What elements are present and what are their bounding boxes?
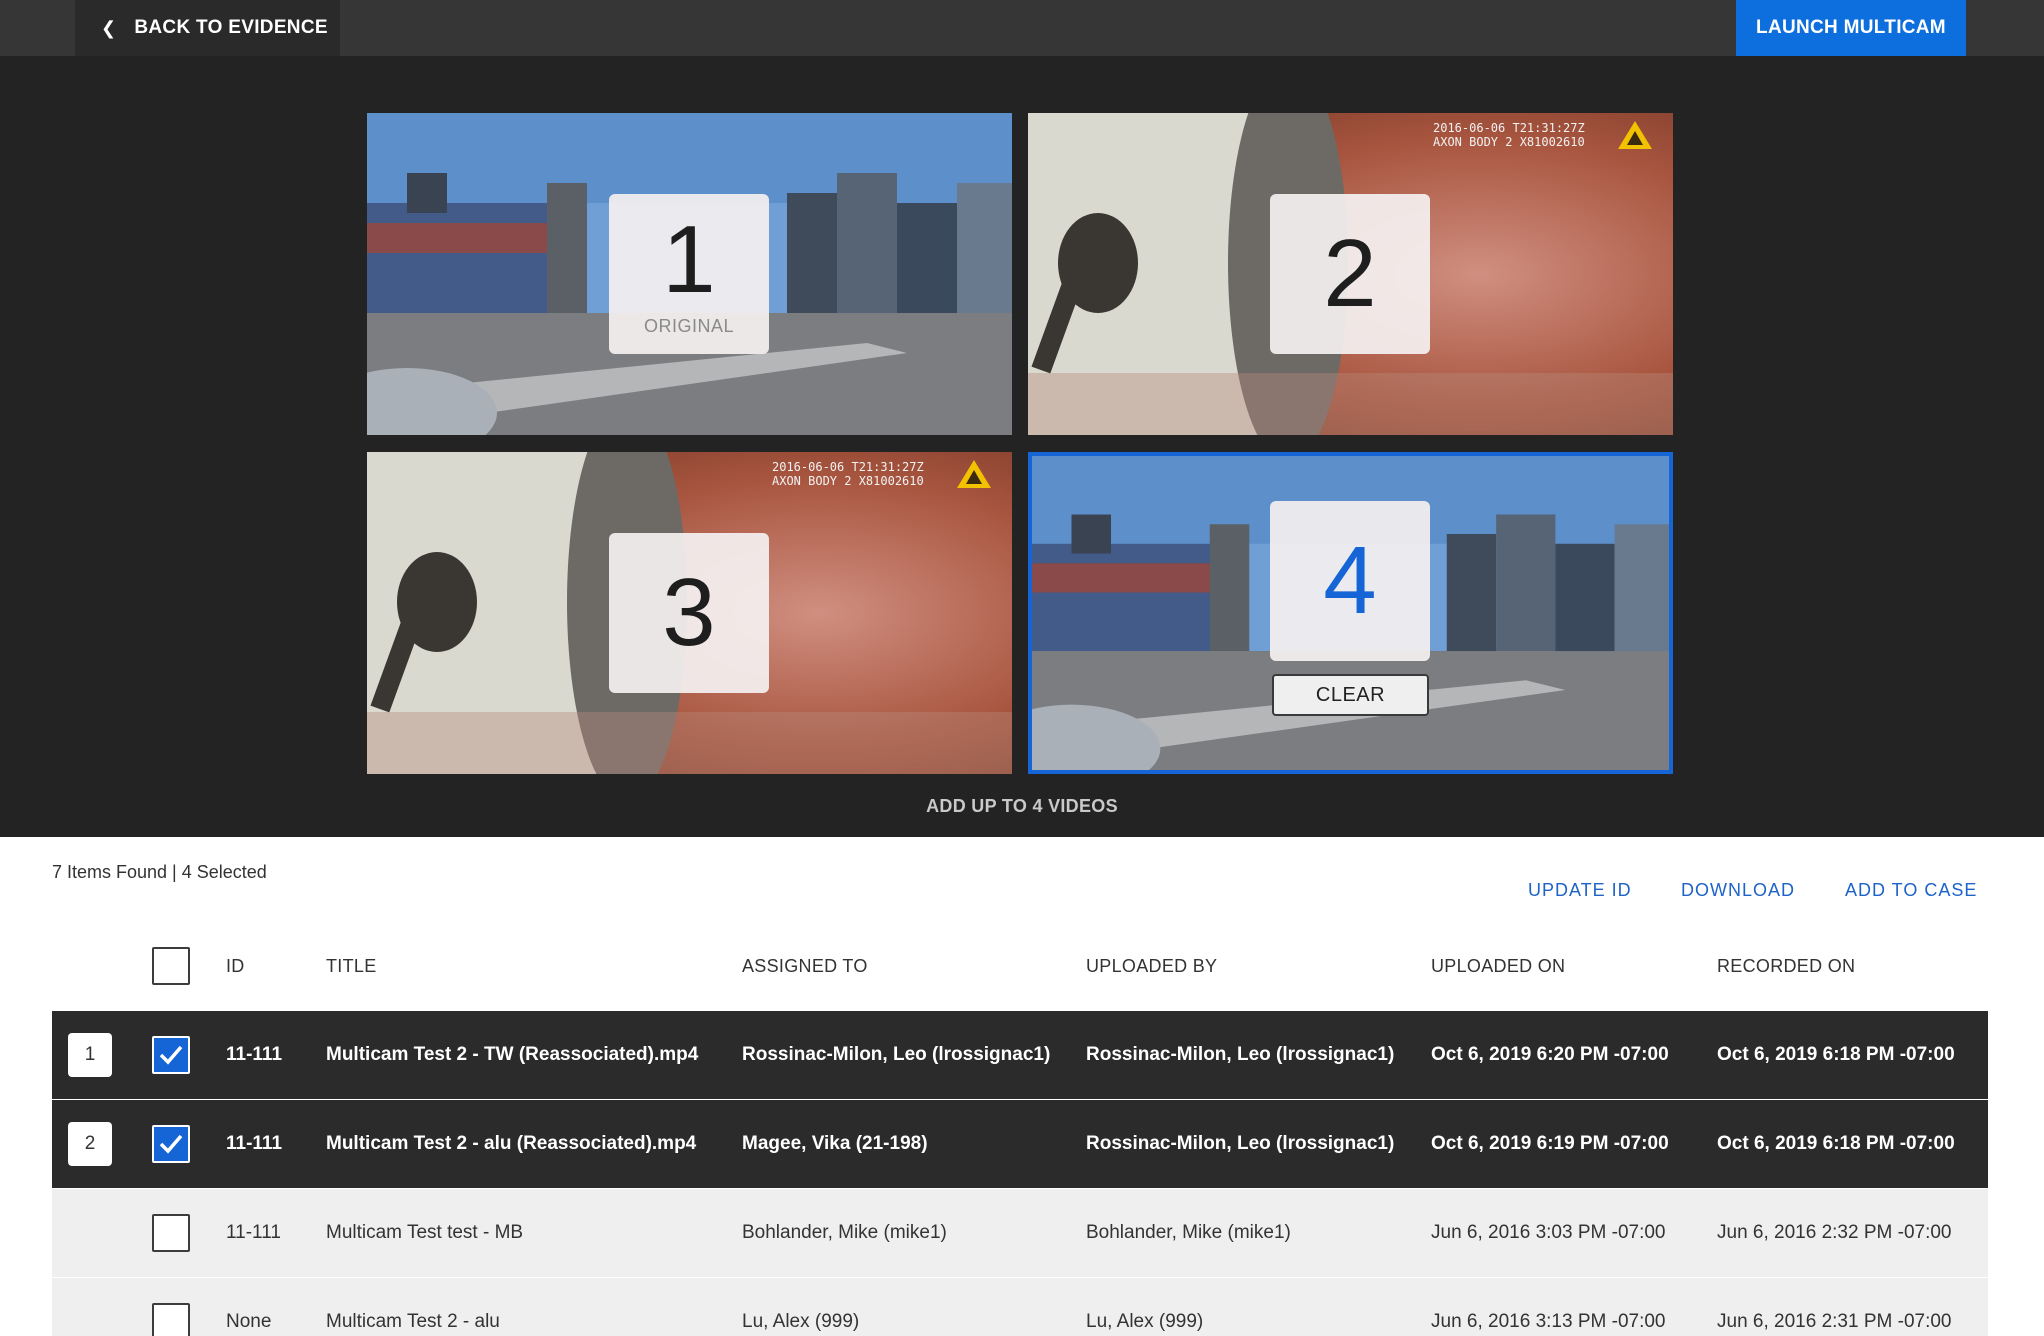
table-row[interactable]: 2 11-111 Multicam Test 2 - alu (Reassoci… bbox=[52, 1100, 1988, 1188]
column-header-id[interactable]: ID bbox=[226, 956, 245, 977]
top-bar: ❮ BACK TO EVIDENCE LAUNCH MULTICAM bbox=[0, 0, 2044, 56]
cell-uploaded-by: Rossinac-Milon, Leo (lrossignac1) bbox=[1086, 1044, 1395, 1065]
checkmark-icon bbox=[159, 1134, 183, 1154]
cell-title[interactable]: Multicam Test 2 - alu (Reassociated).mp4 bbox=[326, 1100, 696, 1188]
launch-multicam-button[interactable]: LAUNCH MULTICAM bbox=[1736, 0, 1966, 56]
cell-recorded-on: Oct 6, 2019 6:18 PM -07:00 bbox=[1717, 1044, 1955, 1065]
table-row[interactable]: 1 11-111 Multicam Test 2 - TW (Reassocia… bbox=[52, 1011, 1988, 1099]
column-header-uploaded-on[interactable]: UPLOADED ON bbox=[1431, 956, 1565, 977]
video-tile-4[interactable]: 4 CLEAR bbox=[1028, 452, 1673, 774]
back-to-evidence-button[interactable]: ❮ BACK TO EVIDENCE bbox=[75, 0, 340, 56]
axon-logo-icon bbox=[957, 460, 991, 488]
cell-uploaded-on: Jun 6, 2016 3:13 PM -07:00 bbox=[1431, 1311, 1666, 1332]
slot-number-box: 4 bbox=[1270, 501, 1430, 661]
column-header-recorded-on[interactable]: RECORDED ON bbox=[1717, 956, 1855, 977]
row-checkbox[interactable] bbox=[152, 1036, 190, 1074]
cell-assigned-to: Magee, Vika (21-198) bbox=[742, 1133, 928, 1154]
video-tile-1[interactable]: 1 ORIGINAL bbox=[367, 113, 1012, 435]
column-header-assigned-to[interactable]: ASSIGNED TO bbox=[742, 956, 868, 977]
cell-title[interactable]: Multicam Test 2 - TW (Reassociated).mp4 bbox=[326, 1011, 698, 1099]
cell-uploaded-by: Lu, Alex (999) bbox=[1086, 1311, 1204, 1332]
original-label: ORIGINAL bbox=[643, 315, 735, 336]
camera-timestamp-overlay: 2016-06-06 T21:31:27Z AXON BODY 2 X81002… bbox=[772, 460, 924, 488]
cell-recorded-on: Jun 6, 2016 2:31 PM -07:00 bbox=[1717, 1311, 1952, 1332]
video-tile-2[interactable]: 2016-06-06 T21:31:27Z AXON BODY 2 X81002… bbox=[1028, 113, 1673, 435]
slot-number-box: 2 bbox=[1270, 194, 1430, 354]
results-summary: 7 Items Found | 4 Selected bbox=[52, 862, 267, 882]
axon-logo-icon bbox=[1618, 121, 1652, 149]
row-checkbox[interactable] bbox=[152, 1303, 190, 1336]
row-checkbox[interactable] bbox=[152, 1214, 190, 1252]
column-header-title[interactable]: TITLE bbox=[326, 956, 377, 977]
slot-number: 3 bbox=[662, 559, 716, 666]
cell-assigned-to: Lu, Alex (999) bbox=[742, 1311, 860, 1332]
cell-uploaded-on: Jun 6, 2016 3:03 PM -07:00 bbox=[1431, 1222, 1666, 1243]
cell-id: 11-111 bbox=[226, 1044, 283, 1065]
cell-uploaded-on: Oct 6, 2019 6:20 PM -07:00 bbox=[1431, 1044, 1669, 1065]
slot-number: 4 bbox=[1323, 527, 1377, 634]
cell-uploaded-by: Bohlander, Mike (mike1) bbox=[1086, 1222, 1291, 1243]
cell-assigned-to: Bohlander, Mike (mike1) bbox=[742, 1222, 947, 1243]
slot-number-box: 3 bbox=[609, 533, 769, 693]
back-to-evidence-label: BACK TO EVIDENCE bbox=[134, 17, 328, 38]
selection-order-badge: 2 bbox=[68, 1122, 112, 1166]
update-id-button[interactable]: UPDATE ID bbox=[1528, 880, 1632, 901]
add-to-case-button[interactable]: ADD TO CASE bbox=[1845, 880, 1977, 901]
row-checkbox[interactable] bbox=[152, 1125, 190, 1163]
cell-uploaded-on: Oct 6, 2019 6:19 PM -07:00 bbox=[1431, 1133, 1669, 1154]
cell-uploaded-by: Rossinac-Milon, Leo (lrossignac1) bbox=[1086, 1133, 1395, 1154]
cell-id: 11-111 bbox=[226, 1222, 281, 1243]
video-tile-3[interactable]: 2016-06-06 T21:31:27Z AXON BODY 2 X81002… bbox=[367, 452, 1012, 774]
checkmark-icon bbox=[159, 1045, 183, 1065]
selection-order-badge: 1 bbox=[68, 1033, 112, 1077]
slot-number: 2 bbox=[1323, 220, 1377, 327]
table-row[interactable]: None Multicam Test 2 - alu Lu, Alex (999… bbox=[52, 1278, 1988, 1336]
cell-title[interactable]: Multicam Test test - MB bbox=[326, 1189, 523, 1277]
column-header-uploaded-by[interactable]: UPLOADED BY bbox=[1086, 956, 1217, 977]
table-row[interactable]: 11-111 Multicam Test test - MB Bohlander… bbox=[52, 1189, 1988, 1277]
cell-title[interactable]: Multicam Test 2 - alu bbox=[326, 1278, 500, 1336]
cell-recorded-on: Jun 6, 2016 2:32 PM -07:00 bbox=[1717, 1222, 1952, 1243]
select-all-checkbox[interactable] bbox=[152, 947, 190, 985]
cell-recorded-on: Oct 6, 2019 6:18 PM -07:00 bbox=[1717, 1133, 1955, 1154]
add-up-to-videos-hint: ADD UP TO 4 VIDEOS bbox=[926, 796, 1118, 816]
download-button[interactable]: DOWNLOAD bbox=[1681, 880, 1795, 901]
chevron-left-icon: ❮ bbox=[101, 17, 117, 38]
cell-assigned-to: Rossinac-Milon, Leo (lrossignac1) bbox=[742, 1044, 1051, 1065]
camera-timestamp-overlay: 2016-06-06 T21:31:27Z AXON BODY 2 X81002… bbox=[1433, 121, 1585, 149]
cell-id: None bbox=[226, 1311, 272, 1332]
clear-slot-button[interactable]: CLEAR bbox=[1272, 674, 1429, 716]
slot-number-box: 1 ORIGINAL bbox=[609, 194, 769, 354]
multicam-preview-area: ❮ BACK TO EVIDENCE LAUNCH MULTICAM 1 ORI… bbox=[0, 0, 2044, 837]
cell-id: 11-111 bbox=[226, 1133, 283, 1154]
slot-number: 1 bbox=[662, 205, 716, 313]
